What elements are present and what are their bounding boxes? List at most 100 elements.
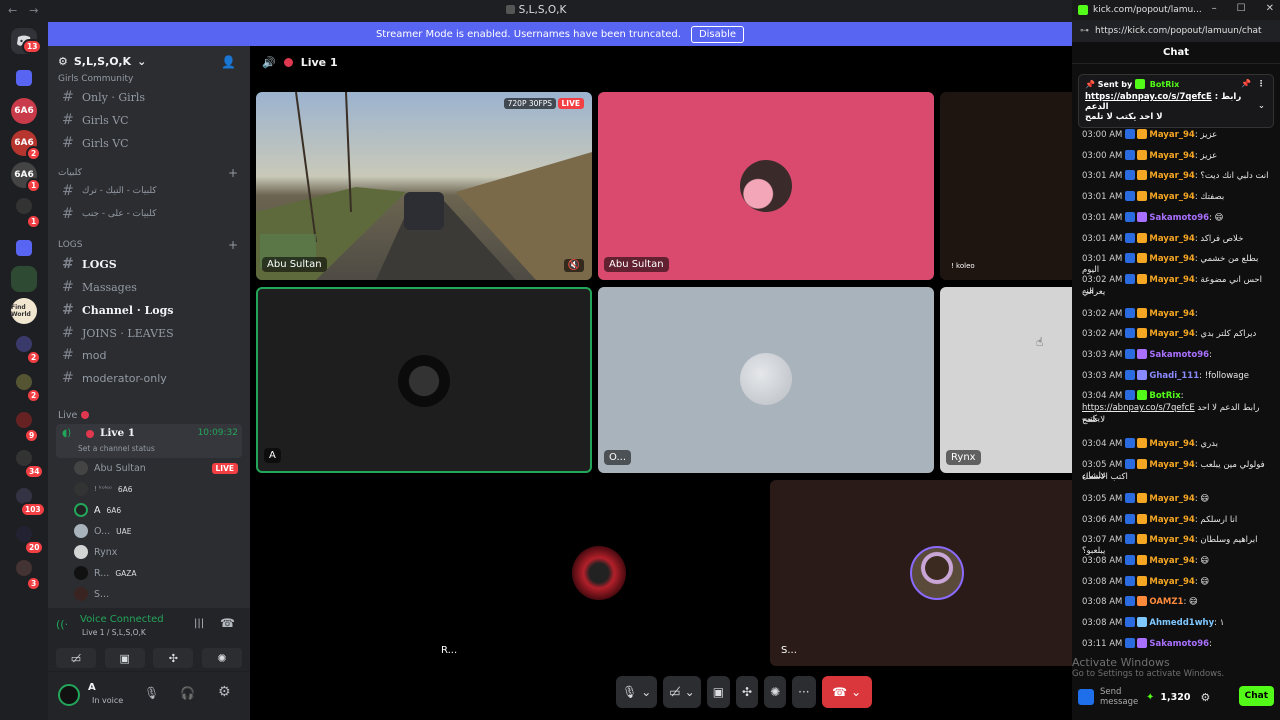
chat-username[interactable]: Mayar_94 — [1149, 556, 1194, 566]
send-chat-button[interactable]: Chat — [1238, 686, 1274, 706]
minimize-icon[interactable]: – — [1212, 3, 1217, 14]
chat-settings-icon[interactable]: ⚙ — [1200, 691, 1210, 704]
chat-username[interactable]: Mayar_94 — [1149, 439, 1194, 449]
category-live[interactable]: Live — [48, 406, 250, 424]
chat-username[interactable]: OAMZ1 — [1149, 597, 1183, 607]
soundboard-button[interactable]: ✺ — [201, 648, 242, 668]
close-icon[interactable]: ✕ — [1266, 3, 1274, 14]
channel-channel-logs[interactable]: # Channel · Logs — [56, 299, 242, 321]
channel-status[interactable]: Set a channel status — [78, 444, 155, 453]
category-logs[interactable]: LOGS + — [48, 236, 250, 254]
voice-user[interactable]: O... UAE — [74, 521, 244, 541]
invite-icon[interactable]: 👤 — [221, 55, 236, 69]
server-icon-6a6[interactable]: 6A6 — [11, 98, 37, 124]
server-icon-green[interactable] — [11, 266, 37, 292]
server-icon-small[interactable] — [16, 198, 32, 214]
activities-button[interactable]: ✣ — [736, 676, 759, 708]
menu-icon[interactable]: ⋮ — [1257, 79, 1265, 88]
participant-tile[interactable]: Abu Sultan — [598, 92, 934, 280]
participant-tile[interactable]: ! koleo — [940, 92, 1072, 280]
maximize-icon[interactable]: ☐ — [1237, 3, 1246, 14]
screen-share-button[interactable]: ▣ — [706, 676, 731, 708]
voice-location[interactable]: Live 1 / S,L,S,O,K — [82, 628, 146, 637]
channel-logs[interactable]: # LOGS — [56, 253, 242, 275]
screen-share-button[interactable]: ▣ — [104, 648, 145, 668]
headphones-icon[interactable]: 🎧 — [180, 686, 195, 700]
voice-user[interactable]: A 6A6 — [74, 500, 244, 520]
channel-joins-leaves[interactable]: # JOINS · LEAVES — [56, 322, 242, 344]
participant-tile-speaking[interactable]: A — [256, 287, 592, 473]
chat-username[interactable]: Ghadi_111 — [1149, 371, 1199, 381]
stream-tile[interactable]: 720P 30FPS LIVE Abu Sultan 🔇 — [256, 92, 592, 280]
server-icon-small[interactable] — [16, 412, 32, 428]
voice-user[interactable]: Rynx — [74, 542, 244, 562]
channel-moderator-only[interactable]: # moderator-only — [56, 367, 242, 389]
chat-username[interactable]: Mayar_94 — [1149, 130, 1194, 140]
noise-suppression-icon[interactable]: ||| — [194, 618, 204, 629]
channel-girls-vc-2[interactable]: # Girls VC — [56, 132, 242, 154]
disconnect-icon[interactable]: ☎ — [220, 616, 235, 630]
chat-username[interactable]: Sakamoto96 — [1149, 213, 1209, 223]
voice-status[interactable]: Voice Connected — [80, 614, 164, 625]
disable-button[interactable]: Disable — [690, 25, 745, 43]
avatar[interactable] — [58, 684, 80, 706]
chat-username[interactable]: Sakamoto96 — [1149, 350, 1209, 360]
mic-button[interactable]: 🎙 ⌄ — [616, 676, 658, 708]
voice-user[interactable]: Abu Sultan LIVE — [74, 458, 244, 478]
leave-call-button[interactable]: ☎ ⌄ — [821, 676, 872, 708]
mute-stream-icon[interactable]: 🔇 — [563, 259, 584, 272]
add-channel-icon[interactable]: + — [228, 238, 238, 252]
folder-icon[interactable] — [16, 70, 32, 86]
participant-tile[interactable]: S... — [770, 480, 1072, 666]
camera-off-button[interactable]: ▭̸ — [56, 648, 96, 668]
chat-username[interactable]: Mayar_94 — [1149, 494, 1194, 504]
channel-kalb-1[interactable]: # كلبيات - التيك - ترك — [56, 180, 242, 202]
chevron-down-icon[interactable]: ⌄ — [851, 685, 861, 699]
participant-tile[interactable]: R... — [430, 480, 766, 666]
mic-icon[interactable]: 🎙 — [144, 686, 159, 700]
chat-username[interactable]: Ahmedd1why — [1149, 618, 1214, 628]
participant-tile[interactable]: Rynx ☝ — [940, 287, 1072, 473]
chevron-down-icon[interactable]: ⌄ — [685, 685, 695, 699]
chat-username[interactable]: Mayar_94 — [1149, 234, 1194, 244]
chat-link[interactable]: https://abnpay.co/s/7qefcE — [1082, 403, 1195, 413]
chevron-down-icon[interactable]: ⌄ — [1258, 101, 1265, 111]
participant-tile[interactable]: O... — [598, 287, 934, 473]
channel-girls-vc-1[interactable]: # Girls VC — [56, 109, 242, 131]
pinned-link[interactable]: https://abnpay.co/s/7qefcE — [1085, 92, 1212, 102]
chat-username[interactable]: Mayar_94 — [1149, 151, 1194, 161]
chat-username[interactable]: Sakamoto96 — [1149, 639, 1209, 649]
camera-button[interactable]: ▭̸ ⌄ — [663, 676, 701, 708]
chat-username[interactable]: BotRix — [1149, 391, 1180, 401]
add-channel-icon[interactable]: + — [228, 166, 238, 180]
emote-icon[interactable] — [1078, 689, 1094, 705]
server-icon-find-world[interactable]: Find World — [11, 298, 37, 324]
chat-username[interactable]: Mayar_94 — [1149, 577, 1194, 587]
chat-username[interactable]: Mayar_94 — [1149, 171, 1194, 181]
more-button[interactable]: ··· — [792, 676, 816, 708]
chat-username[interactable]: Mayar_94 — [1149, 329, 1194, 339]
chat-username[interactable]: Mayar_94 — [1149, 309, 1194, 319]
voice-user[interactable]: ! ᵏᵒˡᵉᵒ 6A6 — [74, 479, 244, 499]
chat-username[interactable]: Mayar_94 — [1149, 275, 1194, 285]
server-icon-small[interactable] — [16, 560, 32, 576]
chat-username[interactable]: Mayar_94 — [1149, 254, 1194, 264]
site-info-icon[interactable]: ⊶ — [1080, 26, 1089, 36]
channel-massages[interactable]: # Massages — [56, 276, 242, 298]
settings-gear-icon[interactable]: ⚙ — [218, 684, 231, 700]
chat-input[interactable]: Send message — [1100, 687, 1140, 707]
activities-button[interactable]: ✣ — [153, 648, 194, 668]
voice-user[interactable]: S... — [74, 584, 244, 604]
chat-username[interactable]: Mayar_94 — [1149, 535, 1194, 545]
chat-username[interactable]: Mayar_94 — [1149, 460, 1194, 470]
channel-mod[interactable]: # mod — [56, 344, 242, 366]
unpin-icon[interactable]: 📌 — [1241, 79, 1251, 88]
voice-channel-live-1[interactable]: ◖) Live 1 10:09:32 Set a channel status — [56, 424, 242, 458]
address-bar[interactable]: ⊶ https://kick.com/popout/lamuun/chat — [1072, 20, 1280, 42]
chevron-down-icon[interactable]: ⌄ — [641, 685, 651, 699]
channel-kalb-2[interactable]: # كلبيات - على - جنب — [56, 203, 242, 225]
folder-icon[interactable] — [16, 240, 32, 256]
soundboard-button[interactable]: ✺ — [764, 676, 787, 708]
chat-username[interactable]: Mayar_94 — [1149, 192, 1194, 202]
voice-user[interactable]: R... GAZA — [74, 563, 244, 583]
